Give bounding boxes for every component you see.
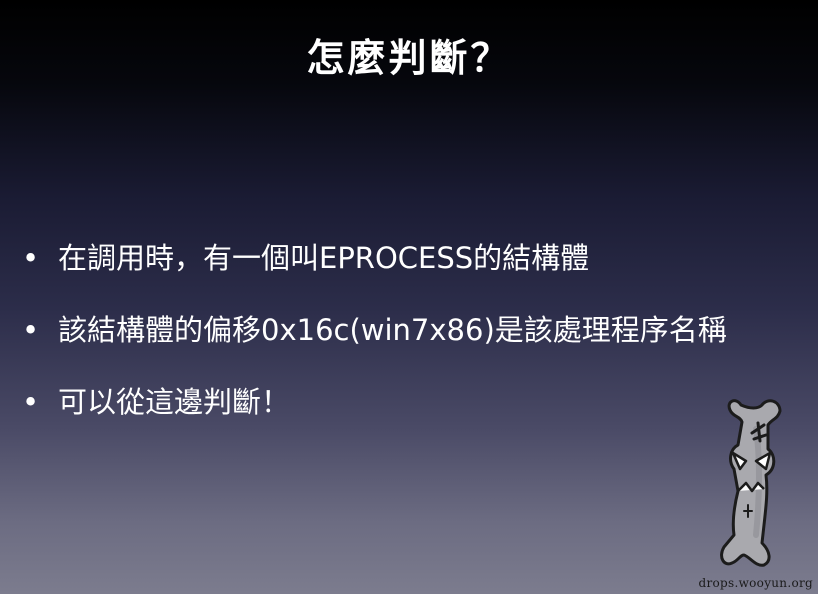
bone-character-icon: [720, 399, 782, 567]
bullet-item: • 在調用時，有一個叫EPROCESS的結構體: [22, 240, 782, 277]
bullet-item: • 可以從這邊判斷！: [22, 384, 782, 421]
bullet-text: 可以從這邊判斷！: [58, 385, 291, 419]
bullet-dot-icon: •: [22, 385, 40, 419]
bullet-text: 在調用時，有一個叫EPROCESS的結構體: [58, 241, 590, 275]
bullet-item: • 該結構體的偏移0x16c(win7x86)是該處理程序名稱: [22, 312, 782, 349]
bullet-text: 該結構體的偏移0x16c(win7x86)是該處理程序名稱: [58, 313, 727, 347]
bullet-dot-icon: •: [22, 313, 40, 347]
watermark-text: drops.wooyun.org: [698, 576, 813, 590]
bullet-list: • 在調用時，有一個叫EPROCESS的結構體 • 該結構體的偏移0x16c(w…: [22, 240, 782, 421]
bullet-dot-icon: •: [22, 241, 40, 275]
slide-title: 怎麼判斷？: [306, 36, 512, 80]
